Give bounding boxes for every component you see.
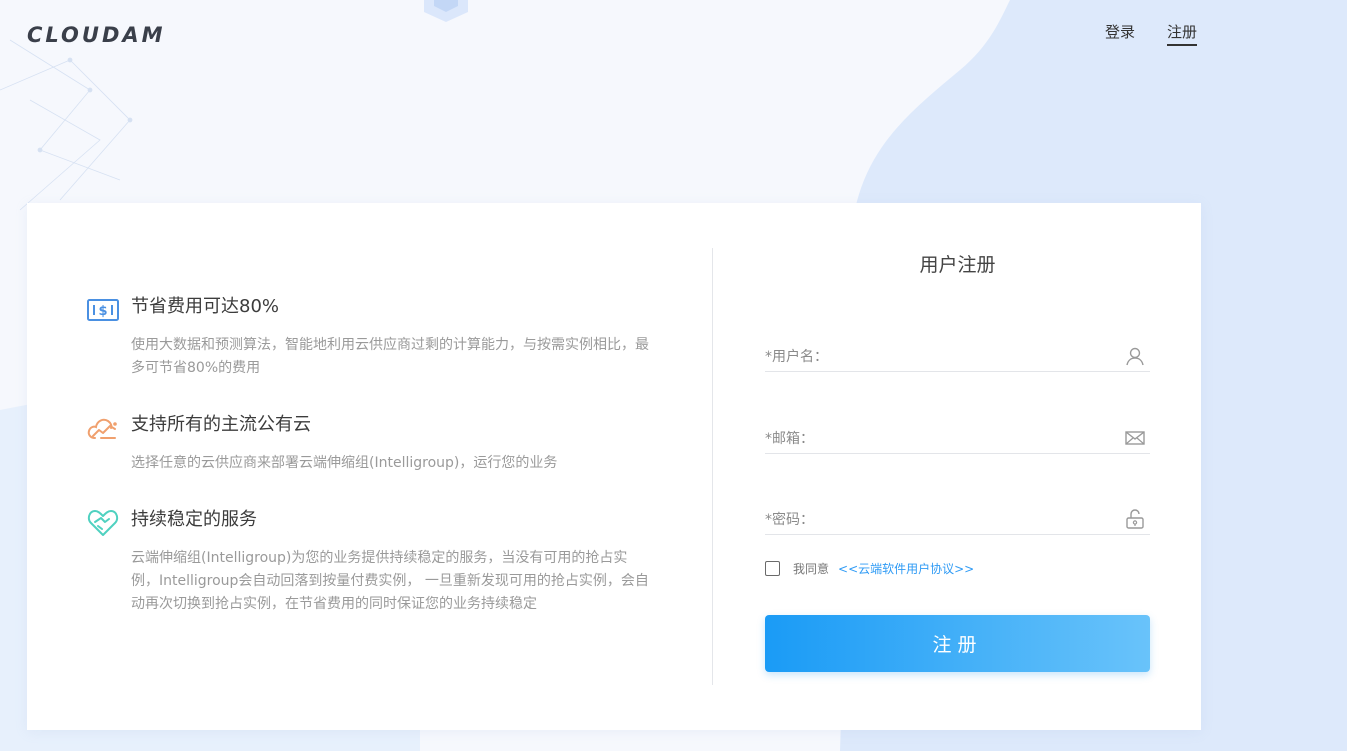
vertical-divider xyxy=(712,248,713,685)
hexagon-decoration xyxy=(424,0,468,22)
top-nav: 登录 注册 xyxy=(1105,22,1197,46)
password-input[interactable] xyxy=(827,505,1111,531)
svg-text:$: $ xyxy=(98,304,107,319)
feature-title: 支持所有的主流公有云 xyxy=(131,414,311,435)
feature-title: 节省费用可达80% xyxy=(131,296,280,317)
agree-checkbox[interactable] xyxy=(765,560,780,576)
username-input[interactable] xyxy=(827,342,1111,368)
cloud-chart-icon xyxy=(87,418,117,439)
feature-desc: 云端伸缩组(Intelligroup)为您的业务提供持续稳定的服务，当没有可用的… xyxy=(131,550,649,612)
lock-icon xyxy=(1126,509,1144,529)
password-field: *密码： xyxy=(765,501,1150,535)
dollar-card-icon: $ xyxy=(87,299,119,321)
user-icon xyxy=(1126,347,1144,366)
username-label: *用户名： xyxy=(765,349,828,365)
email-field: *邮箱： xyxy=(765,420,1150,454)
feature-desc: 选择任意的云供应商来部署云端伸缩组(Intelligroup)，运行您的业务 xyxy=(131,455,558,471)
email-label: *邮箱： xyxy=(765,431,814,447)
agreement-row: 我同意 <<云端软件用户协议>> xyxy=(765,559,974,577)
heart-handshake-icon xyxy=(87,510,119,536)
network-lines-decoration xyxy=(0,39,133,211)
register-card: $ 节省费用可达80% 使用大数据和预测算法，智能地利用云供应商过剩的计算能力，… xyxy=(27,203,1201,730)
password-label: *密码： xyxy=(765,512,814,528)
svg-text:CLOUDAM: CLOUDAM xyxy=(27,24,166,46)
cloudam-logo: CLOUDAM xyxy=(27,24,166,46)
register-link[interactable]: 注册 xyxy=(1166,22,1197,46)
register-button[interactable]: 注册 xyxy=(765,615,1150,672)
envelope-icon xyxy=(1125,431,1145,445)
feature-desc: 使用大数据和预测算法，智能地利用云供应商过剩的计算能力，与按需实例相比，最多可节… xyxy=(131,337,649,376)
username-field: *用户名： xyxy=(765,338,1150,372)
form-title: 用户注册 xyxy=(919,254,996,276)
agreement-link[interactable]: <<云端软件用户协议>> xyxy=(838,560,974,577)
login-link[interactable]: 登录 xyxy=(1105,22,1135,46)
agree-text: 我同意 xyxy=(793,561,830,576)
feature-title: 持续稳定的服务 xyxy=(131,509,257,530)
email-input[interactable] xyxy=(827,424,1111,450)
